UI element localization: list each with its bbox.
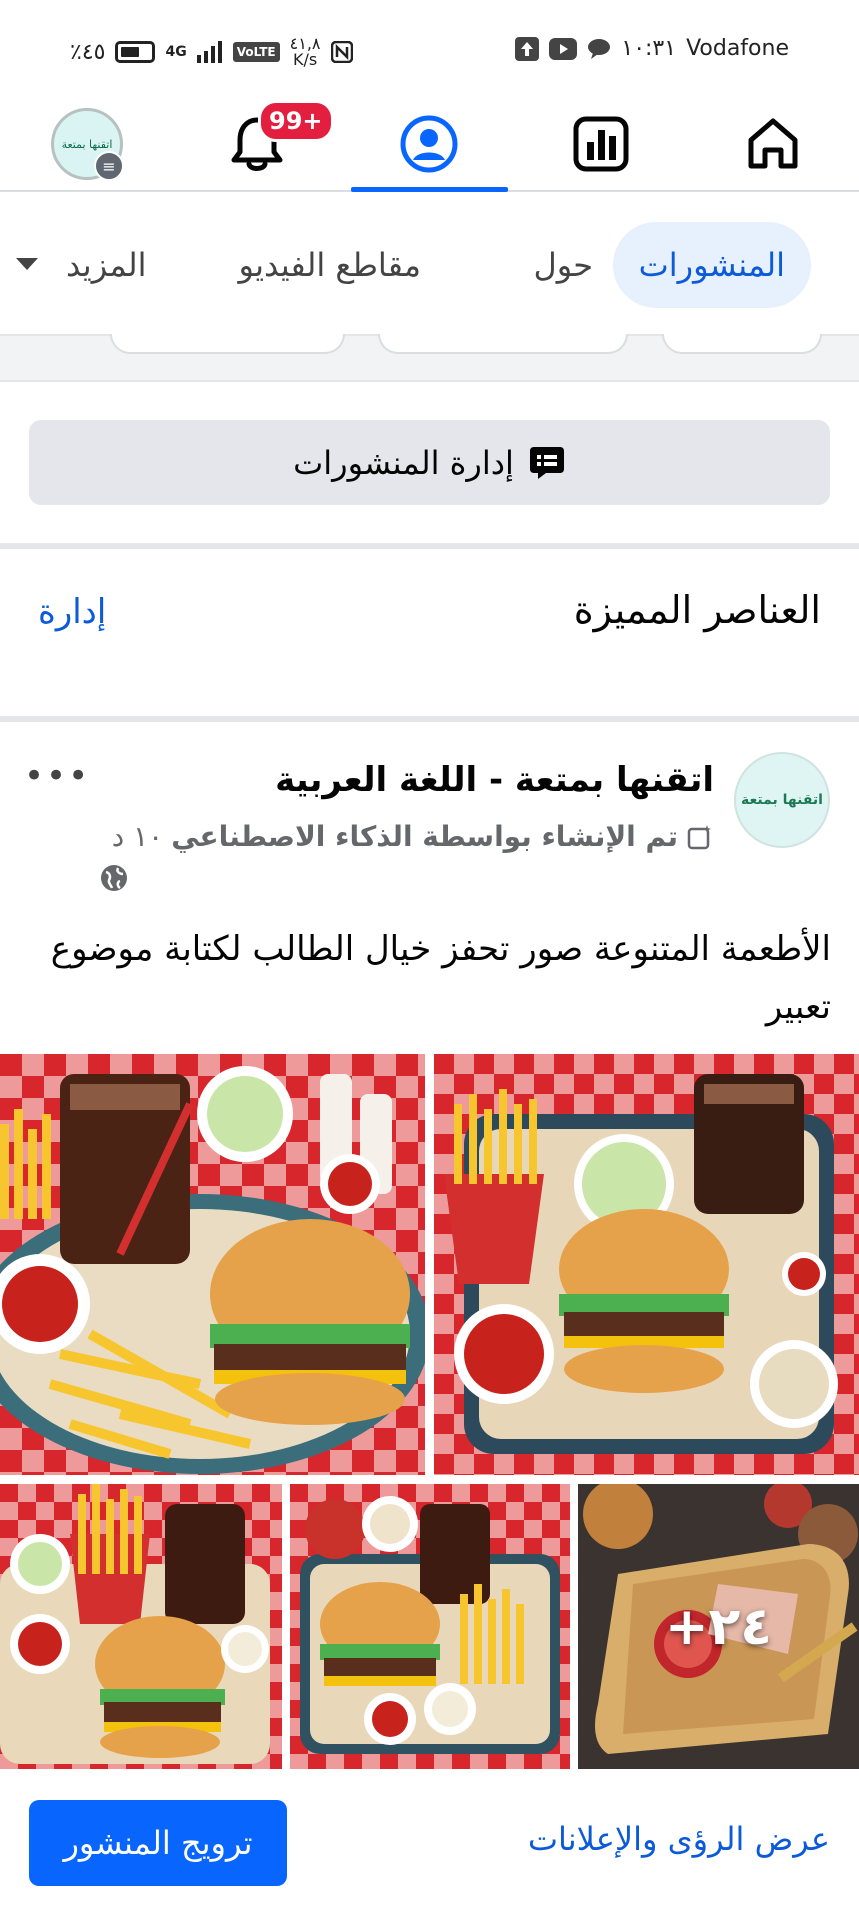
volte-badge: VoLTE xyxy=(232,42,280,62)
status-right: ١٠:٣١ Vodafone xyxy=(515,36,789,61)
manage-posts-label: إدارة المنشورات xyxy=(293,443,514,482)
post-time: ١٠ د xyxy=(111,820,164,853)
post-meta: تم الإنشاء بواسطة الذكاء الاصطناعي ١٠ د xyxy=(112,820,714,853)
upload-icon xyxy=(515,36,540,61)
battery-percent: ٪٤٥ xyxy=(70,39,106,65)
network-speed: ٤١,٨ K/s xyxy=(290,36,321,68)
menu-icon: ≡ xyxy=(94,151,124,181)
manage-posts-icon xyxy=(529,446,564,479)
status-left: ٪٤٥ 4G VoLTE ٤١,٨ K/s xyxy=(70,36,353,68)
post-author-name[interactable]: اتقنها بمتعة - اللغة العربية xyxy=(275,760,714,800)
post-text: الأطعمة المتنوعة صور تحفز خيال الطالب لك… xyxy=(50,929,831,1027)
more-photos-count: +٢٤ xyxy=(664,1596,773,1657)
manage-posts-button[interactable]: إدارة المنشورات xyxy=(29,420,830,505)
nav-home[interactable] xyxy=(698,96,848,192)
post-actions-bar: ترويج المنشور عرض الرؤى والإعلانات xyxy=(0,1776,859,1920)
featured-section: العناصر المميزة إدارة xyxy=(0,548,859,718)
chip-strip xyxy=(0,334,859,380)
profile-tabs: المنشورات حول مقاطع الفيديو المزيد xyxy=(0,192,859,334)
tab-videos[interactable]: مقاطع الفيديو xyxy=(213,222,447,308)
battery-icon xyxy=(115,41,156,63)
clock: ١٠:٣١ xyxy=(621,36,677,61)
promote-post-button[interactable]: ترويج المنشور xyxy=(29,1800,287,1886)
chip[interactable] xyxy=(110,334,345,354)
avatar: اتقنها بمتعة ≡ xyxy=(51,108,124,181)
caret-down-icon xyxy=(16,258,38,270)
notification-badge: 99+ xyxy=(258,100,334,142)
nav-notifications[interactable]: 99+ xyxy=(182,96,334,192)
view-insights-link[interactable]: عرض الرؤى والإعلانات xyxy=(528,1820,830,1858)
speed-unit: K/s xyxy=(292,50,318,69)
signal-icon xyxy=(196,41,222,63)
ai-generated-label: تم الإنشاء بواسطة الذكاء الاصطناعي xyxy=(171,820,678,853)
post-avatar-label: اتقنها بمتعة xyxy=(741,792,823,808)
post-photo-3[interactable]: +٢٤ xyxy=(578,1484,859,1769)
home-icon xyxy=(748,118,798,169)
top-nav: اتقنها بمتعة ≡ 99+ xyxy=(0,96,859,192)
divider xyxy=(0,716,859,722)
featured-manage-link[interactable]: إدارة xyxy=(38,592,106,632)
nfc-icon xyxy=(330,41,353,63)
carrier: Vodafone xyxy=(686,36,789,61)
youtube-icon xyxy=(549,37,578,60)
tab-about-label: حول xyxy=(533,246,593,284)
status-bar: ٪٤٥ 4G VoLTE ٤١,٨ K/s ١٠:٣١ Vodafone xyxy=(0,0,859,96)
post-photo-4[interactable] xyxy=(290,1484,570,1769)
nav-profile[interactable] xyxy=(354,96,504,192)
featured-title: العناصر المميزة xyxy=(573,588,821,632)
divider xyxy=(0,380,859,382)
tab-posts-label: المنشورات xyxy=(638,246,785,284)
network-type: 4G xyxy=(165,44,187,60)
tab-more-label: المزيد xyxy=(66,246,147,284)
post-photo-2[interactable] xyxy=(0,1054,425,1475)
post-more-options[interactable]: ••• xyxy=(24,756,90,796)
ai-icon xyxy=(687,824,711,849)
chip[interactable] xyxy=(662,334,822,354)
post-photo-1[interactable] xyxy=(434,1054,859,1475)
chip[interactable] xyxy=(378,334,628,354)
avatar-label: اتقنها بمتعة xyxy=(61,137,113,151)
chat-icon xyxy=(588,38,611,59)
post-author-avatar[interactable]: اتقنها بمتعة xyxy=(734,752,830,848)
tab-posts[interactable]: المنشورات xyxy=(612,222,811,308)
tab-more[interactable]: المزيد xyxy=(0,222,173,308)
post-photo-5[interactable] xyxy=(0,1484,282,1769)
globe-icon xyxy=(101,865,127,891)
profile-icon xyxy=(400,115,458,173)
nav-profile-menu[interactable]: اتقنها بمتعة ≡ xyxy=(12,96,162,192)
chart-icon xyxy=(573,116,629,172)
tab-videos-label: مقاطع الفيديو xyxy=(238,246,421,284)
tab-about[interactable]: حول xyxy=(507,222,619,308)
nav-dashboard[interactable] xyxy=(526,96,676,192)
